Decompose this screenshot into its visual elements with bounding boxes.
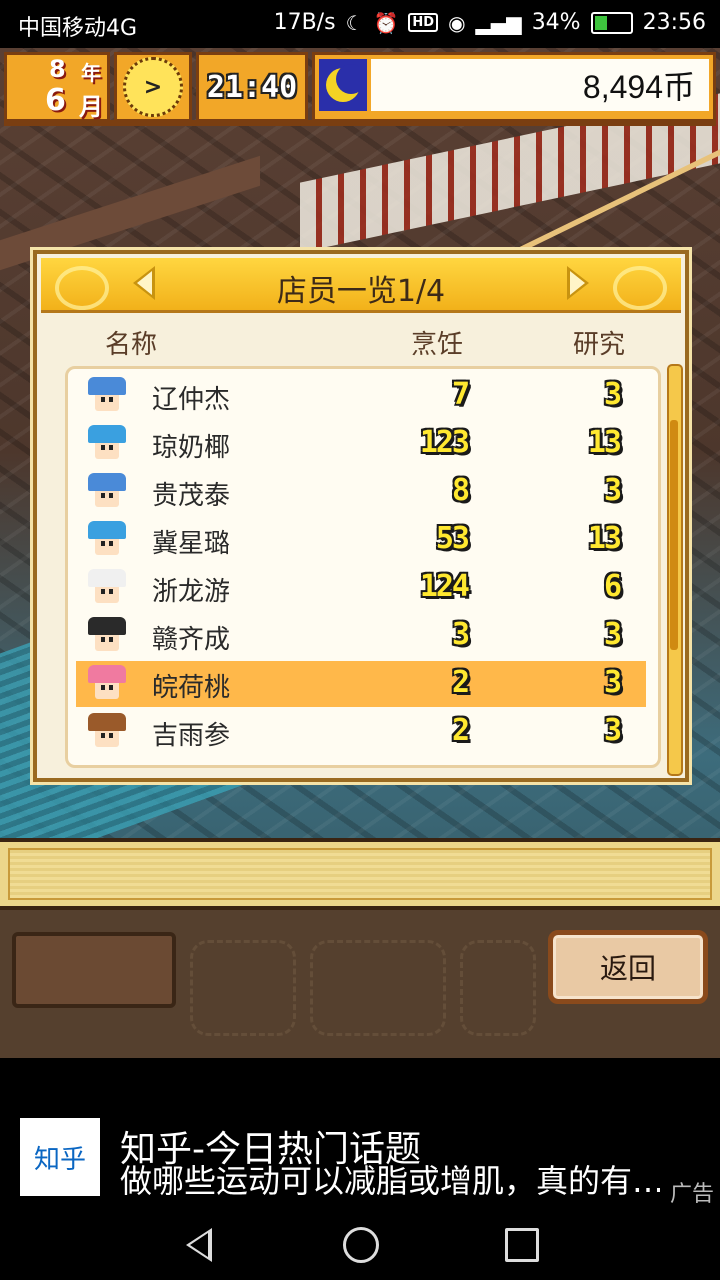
staff-avatar [88, 377, 126, 415]
moon-icon: ☾ [345, 10, 364, 35]
menu-slot[interactable] [12, 932, 176, 1008]
staff-research-value: 3 [603, 473, 622, 508]
nav-back-icon[interactable] [186, 1228, 212, 1262]
clock-time: 23:56 [642, 10, 706, 35]
carrier-label: 中国移动4G [18, 16, 138, 41]
network-speed: 17B/s [273, 10, 336, 35]
message-panel [0, 838, 720, 910]
month-label: 月 [79, 93, 103, 121]
column-cook-header: 烹饪 [411, 330, 464, 360]
ad-tag: 广告 [669, 1182, 714, 1207]
staff-name: 冀星璐 [152, 529, 231, 559]
staff-cook-value: 2 [451, 713, 470, 748]
staff-avatar [88, 473, 126, 511]
staff-cook-value: 53 [435, 521, 470, 556]
arrow-right-icon[interactable] [567, 266, 589, 300]
game-time: 21:40 [206, 69, 298, 105]
game-time-panel: 21:40 [196, 52, 308, 122]
staff-name: 贵茂泰 [152, 481, 231, 511]
staff-row[interactable]: 吉雨参 2 3 [76, 709, 646, 755]
battery-percent: 34% [531, 10, 581, 35]
staff-cook-value: 3 [451, 617, 470, 652]
staff-cook-value: 124 [419, 569, 470, 604]
staff-cook-value: 8 [451, 473, 470, 508]
staff-row[interactable]: 辽仲杰 7 3 [76, 373, 646, 419]
navigation-bar [0, 1210, 720, 1280]
staff-research-value: 13 [587, 425, 622, 460]
staff-list-dialog: 店员一览1/4 名称 烹饪 研究 辽仲杰 7 3 琼奶椰 123 13 贵茂泰 8 3 冀星璐 53… [33, 250, 689, 782]
staff-name: 皖荷桃 [152, 673, 231, 703]
speed-clock-button[interactable]: > [114, 52, 192, 122]
staff-row[interactable]: 浙龙游 124 6 [76, 565, 646, 611]
staff-research-value: 3 [603, 713, 622, 748]
back-button[interactable]: 返回 [548, 930, 708, 1004]
scrollbar[interactable] [667, 364, 683, 776]
staff-research-value: 6 [603, 569, 622, 604]
staff-row[interactable]: 贵茂泰 8 3 [76, 469, 646, 515]
dialog-header: 店员一览1/4 [41, 258, 681, 313]
column-research-header: 研究 [573, 330, 626, 360]
staff-cook-value: 7 [451, 377, 470, 412]
year-label: 年 [81, 61, 101, 85]
zhihu-logo: 知乎 [20, 1118, 100, 1196]
clock-icon: > [123, 57, 183, 117]
staff-avatar [88, 569, 126, 607]
staff-name: 琼奶椰 [152, 433, 231, 463]
staff-research-value: 3 [603, 377, 622, 412]
staff-research-value: 3 [603, 665, 622, 700]
staff-avatar [88, 665, 126, 703]
staff-name: 吉雨参 [152, 721, 231, 751]
nav-home-icon[interactable] [343, 1227, 379, 1263]
year-number: 8 [49, 55, 66, 83]
staff-research-value: 13 [587, 521, 622, 556]
alarm-icon: ⏰ [373, 10, 399, 35]
date-panel: 8 年 6 月 [4, 52, 110, 122]
scrollbar-thumb[interactable] [670, 420, 678, 651]
money-display: 8,494币 [371, 59, 709, 111]
staff-row[interactable]: 赣齐成 3 3 [76, 613, 646, 659]
staff-avatar [88, 425, 126, 463]
top-hud: 8 年 6 月 > 21:40 8,494币 [4, 52, 716, 122]
battery-icon [590, 11, 633, 34]
hud-border [4, 120, 716, 126]
staff-research-value: 3 [603, 617, 622, 652]
money-amount: 8,494币 [582, 69, 695, 105]
staff-list[interactable]: 辽仲杰 7 3 琼奶椰 123 13 贵茂泰 8 3 冀星璐 53 13 浙龙游 124 6 赣齐成 3 3 皖荷桃… [65, 366, 661, 768]
staff-avatar [88, 713, 126, 751]
staff-cook-value: 2 [451, 665, 470, 700]
staff-name: 辽仲杰 [152, 385, 231, 415]
money-panel: 8,494币 [312, 52, 716, 122]
staff-row[interactable]: 琼奶椰 123 13 [76, 421, 646, 467]
staff-avatar [88, 617, 126, 655]
staff-name: 浙龙游 [152, 577, 231, 607]
hd-icon: HD [408, 13, 439, 32]
eye-icon: ◉ [448, 10, 466, 35]
message-box [8, 848, 712, 900]
moon-icon [319, 59, 367, 111]
staff-avatar [88, 521, 126, 559]
staff-row[interactable]: 冀星璐 53 13 [76, 517, 646, 563]
ad-banner[interactable]: 知乎 知乎-今日热门话题 做哪些运动可以减脂或增肌，真的有… 广告 [0, 1058, 720, 1210]
menu-sketch [190, 940, 296, 1036]
status-right: 17B/s ☾ ⏰ HD ◉ ▂▄▆ 34% 23:56 [274, 10, 706, 35]
ad-subtitle: 做哪些运动可以减脂或增肌，真的有… [120, 1162, 660, 1200]
signal-icon: ▂▄▆ [475, 10, 522, 35]
staff-name: 赣齐成 [152, 625, 231, 655]
staff-cook-value: 123 [419, 425, 470, 460]
menu-sketch [460, 940, 536, 1036]
menu-sketch [310, 940, 446, 1036]
column-name-header: 名称 [105, 330, 158, 360]
status-bar: 中国移动4G 17B/s ☾ ⏰ HD ◉ ▂▄▆ 34% 23:56 [0, 0, 720, 48]
staff-row[interactable]: 皖荷桃 2 3 [76, 661, 646, 707]
nav-recent-icon[interactable] [505, 1228, 539, 1262]
month-number: 6 [45, 83, 66, 118]
